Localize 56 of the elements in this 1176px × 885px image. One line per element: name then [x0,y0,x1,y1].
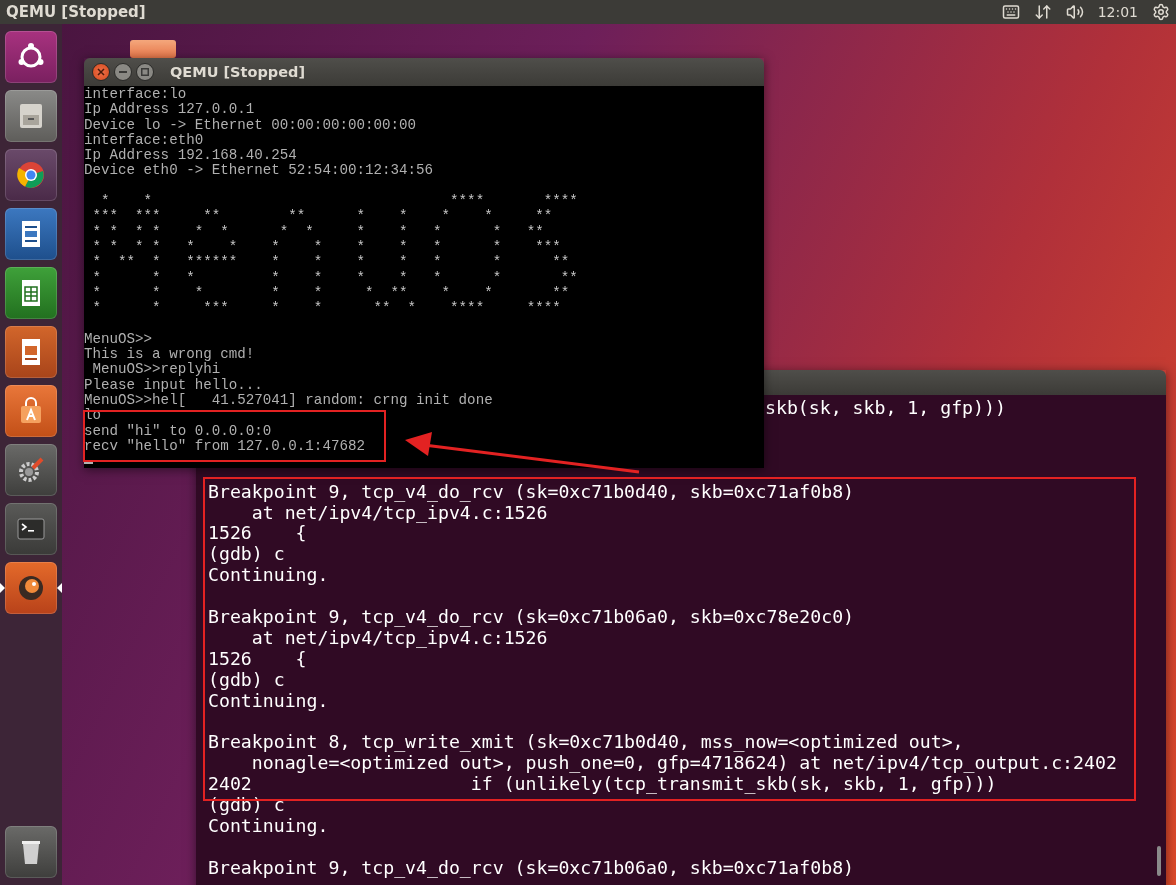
launcher-item[interactable] [5,385,57,437]
close-button[interactable] [92,63,110,81]
console-line: MenuOS>> [84,331,153,347]
terminal-line: nonagle=<optimized out>, push_one=0, gfp=4718624) at net/ipv4/tcp_output.c:2402 [250,753,1117,775]
terminal-line: skb(sk, skb, 1, gfp))) [765,398,1006,419]
launcher-item[interactable] [5,444,57,496]
console-line: This is a wrong cmd! [84,347,255,363]
terminal-line: at net/ipv4/tcp_ipv4.c:1526 [251,627,548,649]
launcher-item[interactable] [5,149,57,201]
window-title: QEMU [Stopped] [170,64,306,80]
launcher-item[interactable] [5,326,57,378]
console-line: Ip Address 127.0.0.1 [84,102,255,118]
terminal-line: (gdb) c [208,669,285,691]
terminal-line: Breakpoint 9, tcp_v4_do_rcv (sk=0xc71b0d40, skb=0xc71af0b8) [208,481,855,503]
console-line: Device eth0 -> Ethernet 52:54:00:12:34:56 [84,163,434,179]
console-line: MenuOS>>replyhi [91,362,221,378]
terminal-line: at net/ipv4/tcp_ipv4.c:1526 [251,502,548,524]
browser-icon [15,159,47,191]
close-icon [97,68,105,76]
console-line: MenuOS>>hel[ 41.527041] random: crng init done [84,392,493,408]
minimize-icon [119,71,127,73]
terminal-line: (gdb) c [208,544,285,566]
console-line: interface:lo [84,87,187,102]
terminal-line: Continuing. [208,690,329,712]
launcher-item[interactable] [5,826,57,878]
launcher-item[interactable] [5,208,57,260]
scrollbar-thumb[interactable] [1157,846,1161,876]
console-line: Ip Address 192.168.40.254 [84,148,297,164]
launcher-item[interactable] [5,267,57,319]
console-line: send "hi" to 0.0.0.0:0 [84,423,272,439]
terminal-line: Breakpoint 8, tcp_write_xmit (sk=0xc71b0d40, mss_now=<optimized out>, [208,732,964,754]
console-line: interface:eth0 [84,132,204,148]
terminal-line: Breakpoint 9, tcp_v4_do_rcv (sk=0xc71b06a0, skb=0xc78e20c0) [208,607,855,628]
terminal-line: 2402 if (unlikely(tcp_transmit_skb(sk, skb, 1, gfp))) [208,774,997,796]
terminal-line: Continuing. [208,565,329,587]
settings-icon[interactable] [1152,3,1170,21]
console-line: recv "hello" from 127.0.0.1:47682 [84,438,365,455]
maximize-icon [141,68,149,76]
console-line: Device lo -> Ethernet 00:00:00:00:00:00 [84,117,417,133]
terminal-line: 1526 { [208,648,307,670]
window-title: QEMU [Stopped] [6,3,147,21]
launcher-item[interactable] [5,90,57,142]
maximize-button[interactable] [136,63,154,81]
console-line: Please input hello... [84,377,263,393]
terminal-line: Continuing. [208,816,329,837]
terminal-line: 1526 { [208,523,307,545]
launcher-item[interactable] [5,31,57,83]
minimize-button[interactable] [114,63,132,81]
clock[interactable]: 12:01 [1097,4,1138,20]
network-icon[interactable] [1033,3,1052,21]
keyboard-icon[interactable] [1001,3,1020,21]
ascii-art-text: * * **** **** *** *** ** ** * * * * ** * * * * * * * * * * * * ** * * * * * * * * * * * * *** * ** * ****** * * * * * * ** * * * * * * * * * ** * * * * * * ** * * ** * * *** * * ** * **** **** [91,194,578,317]
text-cursor [84,462,93,465]
launcher-item[interactable] [5,562,57,614]
terminal-line: Breakpoint 9, tcp_v4_do_rcv (sk=0xc71b06a0, skb=0xc71af0b8) [208,857,855,879]
volume-icon[interactable] [1065,3,1084,21]
